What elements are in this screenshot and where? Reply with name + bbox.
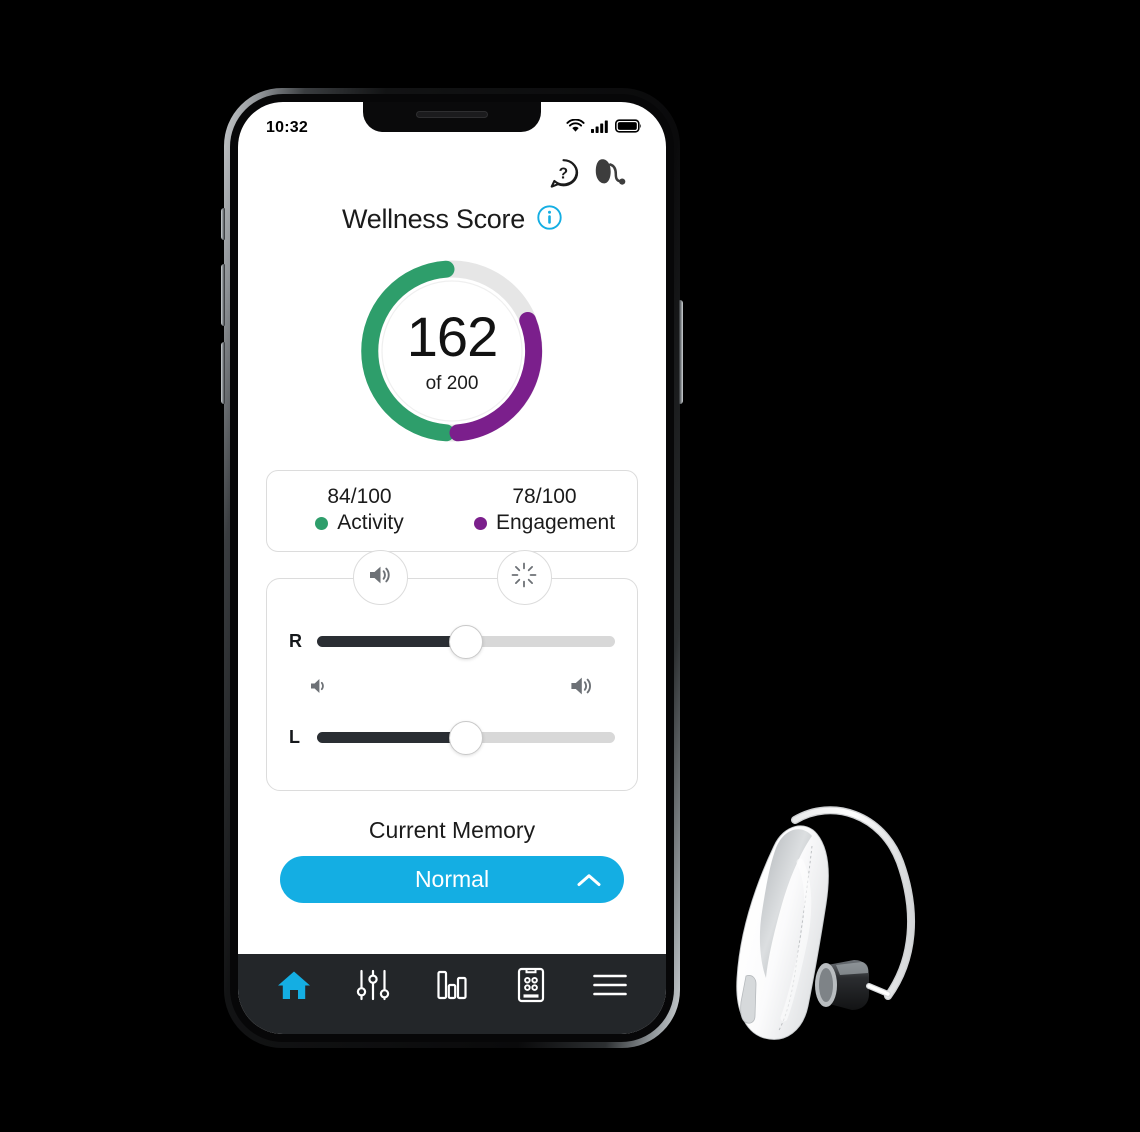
svg-text:?: ? xyxy=(559,165,568,182)
noise-burst-icon xyxy=(511,562,537,593)
phone-device: 10:32 ? Wellness Score 162 of 200 84/100… xyxy=(221,88,683,1048)
nav-adjust[interactable] xyxy=(347,964,399,1010)
remote-control-icon xyxy=(516,967,546,1008)
volume-range-icons xyxy=(289,674,615,703)
status-icons xyxy=(566,118,642,138)
left-volume-thumb[interactable] xyxy=(449,720,483,755)
phone-screen: 10:32 ? Wellness Score 162 of 200 84/100… xyxy=(238,102,666,1034)
status-time: 10:32 xyxy=(266,119,308,136)
nav-stats[interactable] xyxy=(426,964,478,1010)
wellness-score-ring: 162 of 200 xyxy=(346,249,558,454)
right-channel-label: R xyxy=(289,631,302,651)
bottom-navigation-bar xyxy=(238,954,666,1034)
activity-label: Activity xyxy=(337,511,404,534)
volume-low-icon xyxy=(309,676,331,701)
hearing-aid-product-image xyxy=(722,800,942,1052)
sliders-equalizer-icon xyxy=(356,968,390,1007)
score-breakdown-card: 84/100 Activity 78/100 Engagement xyxy=(266,470,638,552)
nav-home[interactable] xyxy=(268,964,320,1010)
phone-volume-down-button[interactable] xyxy=(221,342,225,404)
engagement-color-dot xyxy=(473,516,487,530)
speaker-volume-icon xyxy=(367,563,393,592)
right-volume-fill xyxy=(317,636,466,647)
hamburger-menu-icon xyxy=(592,971,628,1004)
memory-selector-button[interactable]: Normal xyxy=(280,856,624,903)
right-volume-slider-row: R xyxy=(289,624,615,659)
control-tab-buttons xyxy=(266,550,638,605)
engagement-label-row: Engagement xyxy=(452,511,637,535)
breakdown-item-engagement: 78/100 Engagement xyxy=(452,485,637,535)
engagement-label: Engagement xyxy=(495,511,616,534)
engagement-value: 78/100 xyxy=(512,485,577,508)
left-volume-slider-row: L xyxy=(289,720,615,755)
page-title-row: Wellness Score xyxy=(238,204,666,235)
activity-color-dot xyxy=(315,516,329,530)
volume-high-icon xyxy=(569,674,595,703)
nav-remote[interactable] xyxy=(505,964,557,1010)
right-volume-slider[interactable] xyxy=(317,624,615,659)
hearing-aid-icon[interactable] xyxy=(592,156,632,190)
cellular-signal-icon xyxy=(591,119,609,138)
activity-label-row: Activity xyxy=(267,511,452,535)
screenshot-stage: 10:32 ? Wellness Score 162 of 200 84/100… xyxy=(0,0,1140,1132)
activity-value: 84/100 xyxy=(327,485,392,508)
home-icon xyxy=(276,968,312,1007)
wifi-icon xyxy=(566,118,585,138)
info-icon[interactable] xyxy=(537,204,562,235)
noise-reduction-tab-button[interactable] xyxy=(496,550,552,605)
volume-control-card: R L xyxy=(266,578,638,791)
current-memory-section: Current Memory Normal xyxy=(238,817,666,903)
phone-volume-up-button[interactable] xyxy=(221,264,225,326)
help-question-bubble-icon[interactable]: ? xyxy=(547,157,580,190)
chevron-up-icon xyxy=(576,872,602,888)
left-volume-slider[interactable] xyxy=(317,720,615,755)
status-bar: 10:32 xyxy=(238,102,666,146)
left-channel-label: L xyxy=(289,727,300,747)
control-panel-section: R L xyxy=(266,550,638,791)
current-memory-label: Current Memory xyxy=(368,817,536,843)
memory-selected-value: Normal xyxy=(414,866,490,892)
bar-chart-icon xyxy=(435,968,469,1007)
app-header: ? xyxy=(238,146,666,190)
phone-mute-switch[interactable] xyxy=(221,208,225,240)
battery-full-icon xyxy=(615,118,642,138)
nav-menu[interactable] xyxy=(584,964,636,1010)
left-volume-fill xyxy=(317,732,466,743)
phone-power-button[interactable] xyxy=(679,300,683,404)
breakdown-item-activity: 84/100 Activity xyxy=(267,485,452,535)
right-volume-thumb[interactable] xyxy=(449,624,483,659)
volume-tab-button[interactable] xyxy=(352,550,408,605)
page-title: Wellness Score xyxy=(342,204,525,234)
